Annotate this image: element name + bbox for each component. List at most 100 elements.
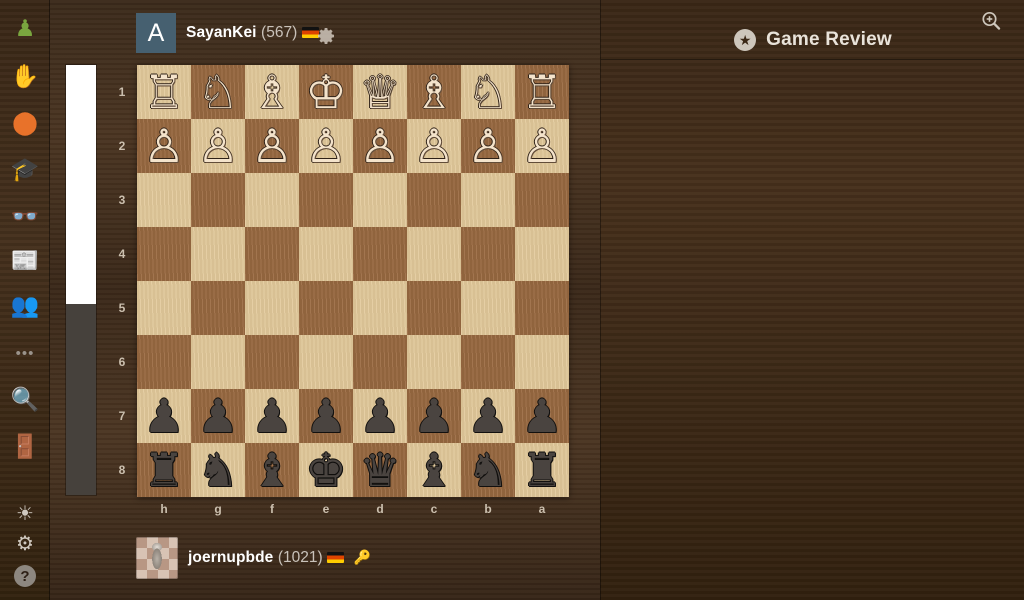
chess-piece[interactable]: ♟	[143, 393, 184, 439]
board-square[interactable]: ♟	[461, 389, 515, 443]
board-square[interactable]: ♞	[191, 443, 245, 497]
chess-piece[interactable]: ♝	[251, 447, 292, 493]
zoom-in-icon[interactable]	[980, 10, 1002, 32]
board-square[interactable]: ♙	[461, 119, 515, 173]
board-square[interactable]: ♟	[191, 389, 245, 443]
chess-piece[interactable]: ♟	[521, 393, 562, 439]
chess-piece[interactable]: ♖	[143, 69, 184, 115]
board-square[interactable]	[461, 173, 515, 227]
board-square[interactable]	[515, 173, 569, 227]
more-dots-icon[interactable]: •••	[8, 336, 42, 370]
board-square[interactable]	[515, 227, 569, 281]
chess-piece[interactable]: ♞	[467, 447, 508, 493]
chess-piece[interactable]: ♟	[305, 393, 346, 439]
board-square[interactable]: ♘	[191, 65, 245, 119]
board-square[interactable]: ♙	[137, 119, 191, 173]
chess-piece[interactable]: ♗	[413, 69, 454, 115]
board-square[interactable]: ♟	[353, 389, 407, 443]
board-square[interactable]	[191, 335, 245, 389]
board-square[interactable]	[191, 173, 245, 227]
board-square[interactable]	[245, 173, 299, 227]
chess-piece[interactable]: ♜	[143, 447, 184, 493]
player-name[interactable]: SayanKei	[186, 24, 257, 41]
chess-piece[interactable]: ♟	[197, 393, 238, 439]
board-square[interactable]: ♔	[299, 65, 353, 119]
board-square[interactable]	[137, 281, 191, 335]
board-square[interactable]	[461, 281, 515, 335]
board-square[interactable]: ♜	[515, 443, 569, 497]
board-square[interactable]: ♙	[515, 119, 569, 173]
search-icon[interactable]: 🔍	[8, 382, 42, 416]
board-square[interactable]: ♟	[245, 389, 299, 443]
news-paper-icon[interactable]: 📰	[8, 243, 42, 277]
board-square[interactable]: ♙	[407, 119, 461, 173]
board-square[interactable]: ♟	[137, 389, 191, 443]
board-square[interactable]: ♞	[461, 443, 515, 497]
board-square[interactable]: ♟	[407, 389, 461, 443]
avatar[interactable]	[136, 537, 178, 579]
board-square[interactable]	[407, 281, 461, 335]
help-icon[interactable]: ?	[8, 559, 42, 593]
board-square[interactable]	[245, 335, 299, 389]
chess-piece[interactable]: ♙	[359, 123, 400, 169]
board-square[interactable]	[191, 227, 245, 281]
social-people-icon[interactable]: 👥	[8, 288, 42, 322]
chess-piece[interactable]: ♙	[521, 123, 562, 169]
board-square[interactable]	[353, 335, 407, 389]
board-square[interactable]: ♙	[353, 119, 407, 173]
board-square[interactable]	[461, 335, 515, 389]
board-square[interactable]	[299, 335, 353, 389]
chess-piece[interactable]: ♙	[197, 123, 238, 169]
board-square[interactable]: ♗	[407, 65, 461, 119]
watch-binoculars-icon[interactable]: 👓	[8, 199, 42, 233]
board-square[interactable]: ♘	[461, 65, 515, 119]
board-square[interactable]	[299, 227, 353, 281]
chess-piece[interactable]: ♟	[413, 393, 454, 439]
board-square[interactable]	[353, 281, 407, 335]
chess-piece[interactable]: ♟	[359, 393, 400, 439]
board-square[interactable]: ♛	[353, 443, 407, 497]
board-square[interactable]	[137, 335, 191, 389]
board-square[interactable]: ♟	[299, 389, 353, 443]
chess-piece[interactable]: ♟	[251, 393, 292, 439]
board-square[interactable]: ♚	[299, 443, 353, 497]
puzzles-hand-icon[interactable]: ✋	[8, 59, 42, 93]
avatar[interactable]: A	[136, 13, 176, 53]
board-square[interactable]	[299, 173, 353, 227]
chess-piece[interactable]: ♛	[359, 447, 400, 493]
chess-piece[interactable]: ♙	[467, 123, 508, 169]
board-square[interactable]: ♝	[245, 443, 299, 497]
lessons-cap-icon[interactable]: 🎓	[8, 152, 42, 186]
chess-piece[interactable]: ♙	[143, 123, 184, 169]
board-square[interactable]	[299, 281, 353, 335]
settings-gear-icon[interactable]: ⚙	[8, 527, 42, 561]
board-square[interactable]	[245, 227, 299, 281]
board-square[interactable]	[461, 227, 515, 281]
chess-piece[interactable]: ♔	[305, 69, 346, 115]
board-square[interactable]: ♟	[515, 389, 569, 443]
chess-piece[interactable]: ♙	[305, 123, 346, 169]
chess-piece[interactable]: ♘	[197, 69, 238, 115]
board-square[interactable]	[137, 173, 191, 227]
board-square[interactable]	[515, 281, 569, 335]
board-square[interactable]	[191, 281, 245, 335]
gear-icon[interactable]	[317, 26, 337, 46]
board-square[interactable]: ♙	[299, 119, 353, 173]
chess-piece[interactable]: ♘	[467, 69, 508, 115]
board-square[interactable]	[245, 281, 299, 335]
board-square[interactable]: ♙	[245, 119, 299, 173]
chess-piece[interactable]: ♟	[467, 393, 508, 439]
play-pawn-icon[interactable]: ♟	[8, 11, 42, 45]
chess-piece[interactable]: ♞	[197, 447, 238, 493]
chess-piece[interactable]: ♚	[305, 447, 346, 493]
board-square[interactable]	[407, 227, 461, 281]
sign-out-icon[interactable]: 🚪	[8, 429, 42, 463]
board-square[interactable]: ♝	[407, 443, 461, 497]
chess-piece[interactable]: ♜	[521, 447, 562, 493]
board-square[interactable]	[137, 227, 191, 281]
player-name[interactable]: joernupbde	[188, 549, 273, 566]
board-square[interactable]	[353, 227, 407, 281]
chess-piece[interactable]: ♕	[359, 69, 400, 115]
chess-piece[interactable]: ♖	[521, 69, 562, 115]
brightness-icon[interactable]: ☀	[8, 497, 42, 531]
